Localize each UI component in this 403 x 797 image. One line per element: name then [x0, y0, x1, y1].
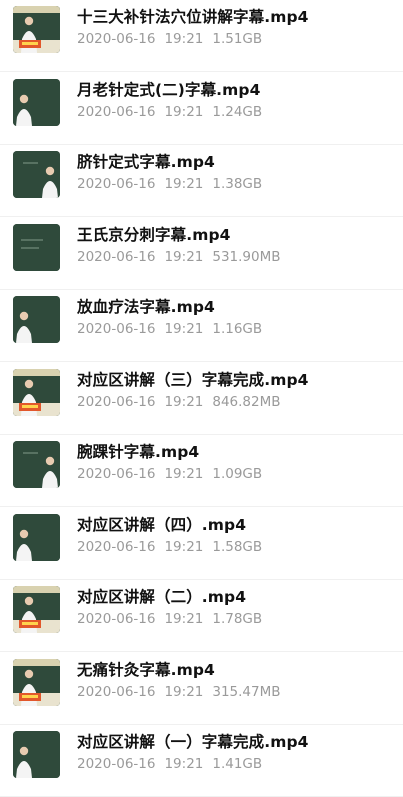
file-time: 19:21 [164, 684, 204, 700]
file-name: 对应区讲解（一）字幕完成.mp4 [77, 733, 309, 751]
file-name: 月老针定式(二)字幕.mp4 [77, 81, 261, 99]
video-thumbnail [13, 731, 60, 778]
file-size: 315.47MB [212, 684, 281, 700]
file-row[interactable]: 无痛针灸字幕.mp4 2020-06-16 19:21 315.47MB [0, 653, 403, 725]
file-name: 脐针定式字幕.mp4 [77, 153, 215, 171]
file-list: 十三大补针法穴位讲解字幕.mp4 2020-06-16 19:21 1.51GB 月老针… [0, 0, 403, 797]
video-thumbnail [13, 586, 60, 633]
file-size: 1.24GB [212, 104, 263, 120]
file-time: 19:21 [164, 394, 204, 410]
file-row[interactable]: 王氏京分刺字幕.mp4 2020-06-16 19:21 531.90MB [0, 218, 403, 290]
file-size: 531.90MB [212, 249, 281, 265]
video-thumbnail [13, 296, 60, 343]
file-row[interactable]: 对应区讲解（四）.mp4 2020-06-16 19:21 1.58GB [0, 508, 403, 580]
file-meta: 2020-06-16 19:21 531.90MB [77, 249, 290, 265]
file-name: 对应区讲解（三）字幕完成.mp4 [77, 371, 309, 389]
file-size: 1.78GB [212, 611, 263, 627]
file-size: 1.16GB [212, 321, 263, 337]
video-thumbnail [13, 79, 60, 126]
file-size: 1.51GB [212, 31, 263, 47]
file-meta: 2020-06-16 19:21 1.16GB [77, 321, 271, 337]
file-row[interactable]: 对应区讲解（一）字幕完成.mp4 2020-06-16 19:21 1.41GB [0, 725, 403, 797]
file-time: 19:21 [164, 466, 204, 482]
file-meta: 2020-06-16 19:21 1.58GB [77, 539, 271, 555]
file-meta: 2020-06-16 19:21 1.41GB [77, 756, 271, 772]
file-meta: 2020-06-16 19:21 315.47MB [77, 684, 290, 700]
file-name: 无痛针灸字幕.mp4 [77, 661, 215, 679]
video-thumbnail [13, 514, 60, 561]
file-date: 2020-06-16 [77, 466, 156, 482]
file-name: 腕踝针字幕.mp4 [77, 443, 200, 461]
file-row[interactable]: 对应区讲解（二）.mp4 2020-06-16 19:21 1.78GB [0, 580, 403, 652]
file-size: 1.58GB [212, 539, 263, 555]
file-date: 2020-06-16 [77, 31, 156, 47]
file-row[interactable]: 月老针定式(二)字幕.mp4 2020-06-16 19:21 1.24GB [0, 73, 403, 145]
file-size: 1.41GB [212, 756, 263, 772]
file-row[interactable]: 腕踝针字幕.mp4 2020-06-16 19:21 1.09GB [0, 435, 403, 507]
file-row[interactable]: 脐针定式字幕.mp4 2020-06-16 19:21 1.38GB [0, 145, 403, 217]
file-name: 王氏京分刺字幕.mp4 [77, 226, 231, 244]
file-size: 1.38GB [212, 176, 263, 192]
file-date: 2020-06-16 [77, 684, 156, 700]
file-time: 19:21 [164, 321, 204, 337]
file-date: 2020-06-16 [77, 176, 156, 192]
file-time: 19:21 [164, 756, 204, 772]
video-thumbnail [13, 224, 60, 271]
file-time: 19:21 [164, 611, 204, 627]
file-name: 对应区讲解（四）.mp4 [77, 516, 247, 534]
file-date: 2020-06-16 [77, 611, 156, 627]
file-size: 846.82MB [212, 394, 281, 410]
video-thumbnail [13, 659, 60, 706]
file-time: 19:21 [164, 539, 204, 555]
video-thumbnail [13, 6, 60, 53]
video-thumbnail [13, 369, 60, 416]
video-thumbnail [13, 151, 60, 198]
file-date: 2020-06-16 [77, 539, 156, 555]
video-thumbnail [13, 441, 60, 488]
file-meta: 2020-06-16 19:21 1.09GB [77, 466, 271, 482]
file-time: 19:21 [164, 176, 204, 192]
file-name: 十三大补针法穴位讲解字幕.mp4 [77, 8, 309, 26]
file-date: 2020-06-16 [77, 394, 156, 410]
file-time: 19:21 [164, 31, 204, 47]
file-time: 19:21 [164, 104, 204, 120]
file-row[interactable]: 对应区讲解（三）字幕完成.mp4 2020-06-16 19:21 846.82MB [0, 363, 403, 435]
file-meta: 2020-06-16 19:21 1.78GB [77, 611, 271, 627]
file-date: 2020-06-16 [77, 249, 156, 265]
file-date: 2020-06-16 [77, 104, 156, 120]
file-date: 2020-06-16 [77, 756, 156, 772]
file-size: 1.09GB [212, 466, 263, 482]
file-row[interactable]: 十三大补针法穴位讲解字幕.mp4 2020-06-16 19:21 1.51GB [0, 0, 403, 72]
file-name: 放血疗法字幕.mp4 [77, 298, 215, 316]
file-meta: 2020-06-16 19:21 1.24GB [77, 104, 271, 120]
file-meta: 2020-06-16 19:21 846.82MB [77, 394, 290, 410]
file-date: 2020-06-16 [77, 321, 156, 337]
file-name: 对应区讲解（二）.mp4 [77, 588, 247, 606]
file-time: 19:21 [164, 249, 204, 265]
file-row[interactable]: 放血疗法字幕.mp4 2020-06-16 19:21 1.16GB [0, 290, 403, 362]
file-meta: 2020-06-16 19:21 1.38GB [77, 176, 271, 192]
file-meta: 2020-06-16 19:21 1.51GB [77, 31, 271, 47]
